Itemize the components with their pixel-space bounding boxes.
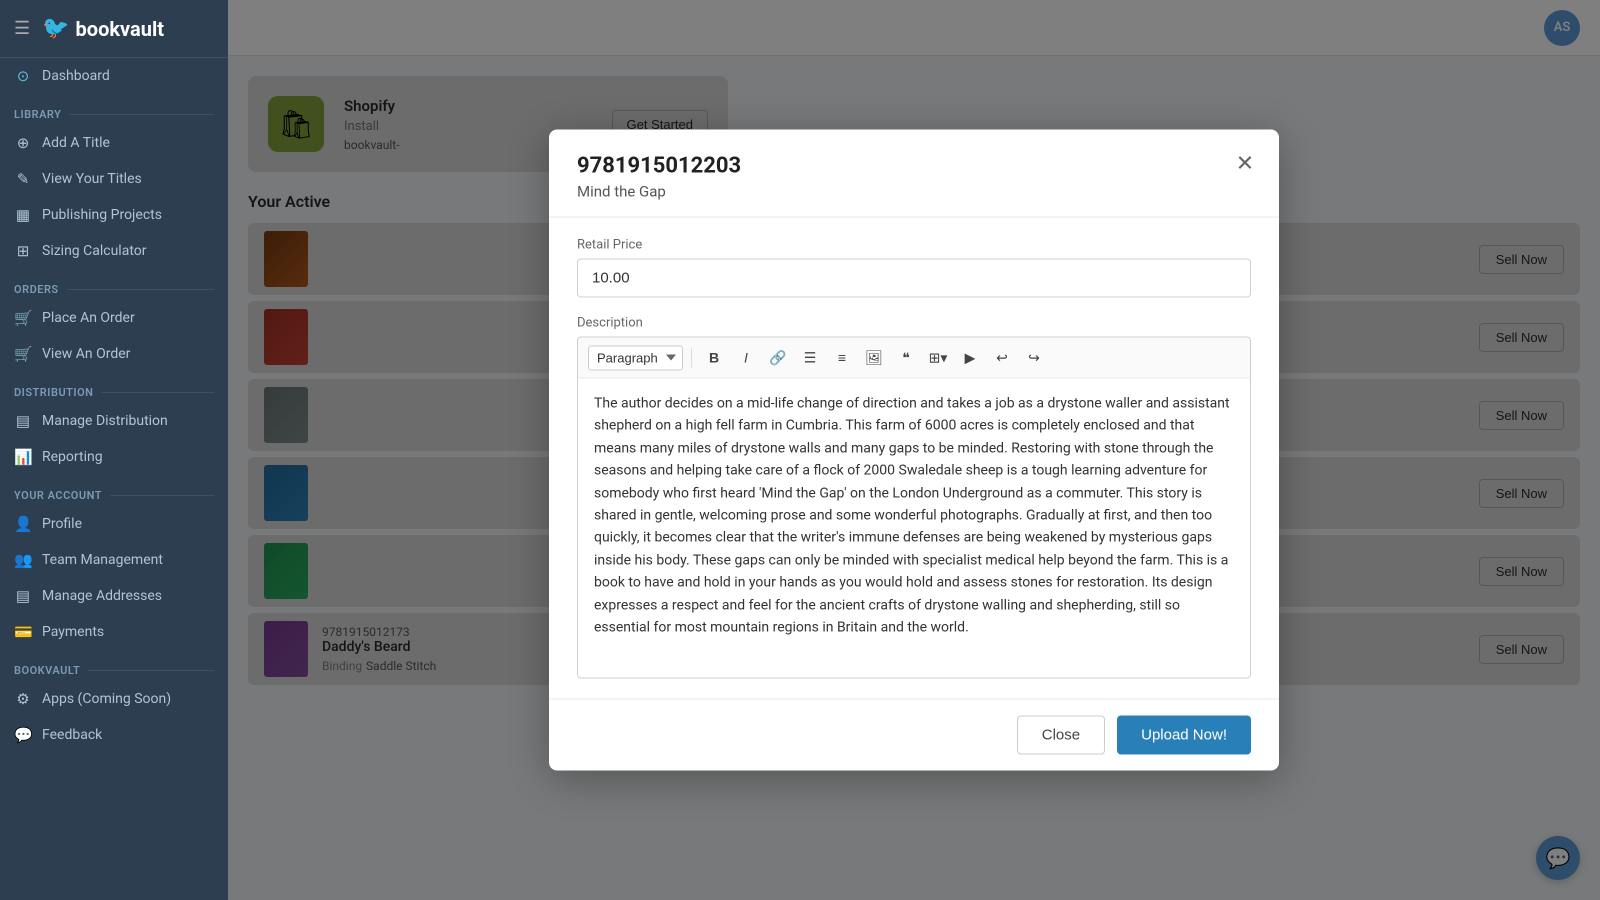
sidebar-item-label: Team Management [42, 552, 163, 568]
paragraph-select[interactable]: Paragraph [588, 345, 683, 370]
link-button[interactable]: 🔗 [764, 344, 792, 372]
sizing-calculator-icon: ⊞ [14, 242, 32, 260]
sidebar-item-label: Manage Distribution [42, 413, 168, 429]
undo-button[interactable]: ↩ [988, 344, 1016, 372]
sidebar-item-feedback[interactable]: 💬 Feedback [0, 717, 228, 753]
hamburger-icon[interactable]: ☰ [14, 18, 30, 39]
sidebar-section-orders: Orders [0, 269, 228, 300]
sidebar-item-payments[interactable]: 💳 Payments [0, 614, 228, 650]
payments-icon: 💳 [14, 623, 32, 641]
editor-toolbar: Paragraph B I 🔗 ☰ ≡ 🖼 ❝ ⊞▾ ▶ ↩ ↪ [577, 337, 1251, 379]
sidebar-item-add-title[interactable]: ⊕ Add A Title [0, 125, 228, 161]
sidebar-item-label: View Your Titles [42, 171, 142, 187]
table-button[interactable]: ⊞▾ [924, 344, 952, 372]
image-button[interactable]: 🖼 [860, 344, 888, 372]
sidebar-item-manage-addresses[interactable]: ▤ Manage Addresses [0, 578, 228, 614]
toolbar-separator [691, 348, 692, 368]
modal-isbn: 9781915012203 [577, 154, 1251, 179]
quote-button[interactable]: ❝ [892, 344, 920, 372]
dashboard-label: Dashboard [42, 68, 110, 84]
profile-icon: 👤 [14, 515, 32, 533]
sidebar-item-manage-distribution[interactable]: ▤ Manage Distribution [0, 403, 228, 439]
sidebar: ☰ 🐦 bookvault ⊙ Dashboard Library ⊕ Add … [0, 0, 228, 900]
ordered-list-button[interactable]: ≡ [828, 344, 856, 372]
reporting-icon: 📊 [14, 448, 32, 466]
view-order-icon: 🛒 [14, 345, 32, 363]
sidebar-item-label: Reporting [42, 449, 103, 465]
retail-price-input[interactable] [577, 259, 1251, 298]
dashboard-icon: ⊙ [14, 67, 32, 85]
italic-button[interactable]: I [732, 344, 760, 372]
sidebar-item-label: Feedback [42, 727, 102, 743]
bullet-list-button[interactable]: ☰ [796, 344, 824, 372]
close-button[interactable]: Close [1017, 716, 1105, 755]
sidebar-item-label: Place An Order [42, 310, 135, 326]
brand-name: bookvault [76, 17, 164, 41]
retail-price-label: Retail Price [577, 238, 1251, 253]
sidebar-item-label: Manage Addresses [42, 588, 162, 604]
brand-logo: 🐦 bookvault [42, 16, 164, 41]
sidebar-item-label: Apps (Coming Soon) [42, 691, 171, 707]
sidebar-item-view-order[interactable]: 🛒 View An Order [0, 336, 228, 372]
video-button[interactable]: ▶ [956, 344, 984, 372]
sidebar-item-dashboard[interactable]: ⊙ Dashboard [0, 58, 228, 94]
sidebar-item-team-management[interactable]: 👥 Team Management [0, 542, 228, 578]
modal-body: Retail Price Description Paragraph B I 🔗… [549, 218, 1279, 699]
feedback-icon: 💬 [14, 726, 32, 744]
publishing-projects-icon: ▦ [14, 206, 32, 224]
editor-content[interactable]: The author decides on a mid-life change … [577, 379, 1251, 679]
manage-distribution-icon: ▤ [14, 412, 32, 430]
place-order-icon: 🛒 [14, 309, 32, 327]
add-title-icon: ⊕ [14, 134, 32, 152]
modal-header: 9781915012203 Mind the Gap ✕ [549, 130, 1279, 218]
modal-footer: Close Upload Now! [549, 699, 1279, 771]
sidebar-item-label: Sizing Calculator [42, 243, 147, 259]
manage-addresses-icon: ▤ [14, 587, 32, 605]
sidebar-item-sizing-calculator[interactable]: ⊞ Sizing Calculator [0, 233, 228, 269]
team-management-icon: 👥 [14, 551, 32, 569]
sidebar-section-account: Your Account [0, 475, 228, 506]
sidebar-section-bookvault: Bookvault [0, 650, 228, 681]
modal-subtitle: Mind the Gap [577, 183, 1251, 201]
sidebar-item-label: Add A Title [42, 135, 110, 151]
sidebar-item-label: Payments [42, 624, 104, 640]
sidebar-item-label: Publishing Projects [42, 207, 162, 223]
bird-icon: 🐦 [42, 16, 69, 41]
sidebar-header: ☰ 🐦 bookvault [0, 0, 228, 58]
sidebar-section-library: Library [0, 94, 228, 125]
sidebar-item-label: View An Order [42, 346, 130, 362]
modal-dialog: 9781915012203 Mind the Gap ✕ Retail Pric… [549, 130, 1279, 771]
sidebar-item-view-titles[interactable]: ✎ View Your Titles [0, 161, 228, 197]
redo-button[interactable]: ↪ [1020, 344, 1048, 372]
sidebar-item-reporting[interactable]: 📊 Reporting [0, 439, 228, 475]
sidebar-item-place-order[interactable]: 🛒 Place An Order [0, 300, 228, 336]
apps-icon: ⚙ [14, 690, 32, 708]
sidebar-item-publishing-projects[interactable]: ▦ Publishing Projects [0, 197, 228, 233]
bold-button[interactable]: B [700, 344, 728, 372]
sidebar-section-distribution: Distribution [0, 372, 228, 403]
sidebar-item-apps[interactable]: ⚙ Apps (Coming Soon) [0, 681, 228, 717]
description-label: Description [577, 316, 1251, 331]
sidebar-item-label: Profile [42, 516, 82, 532]
sidebar-item-profile[interactable]: 👤 Profile [0, 506, 228, 542]
view-titles-icon: ✎ [14, 170, 32, 188]
modal-close-button[interactable]: ✕ [1229, 148, 1261, 180]
upload-now-button[interactable]: Upload Now! [1117, 716, 1251, 755]
main-content: AS 🛍 Shopify Install bookvault- Get Star… [228, 0, 1600, 900]
